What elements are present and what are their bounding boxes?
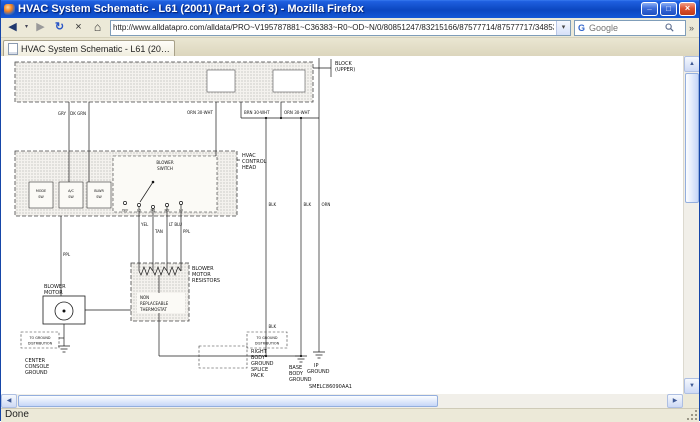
wire-label: LT BLU xyxy=(169,222,182,227)
reload-button[interactable]: ↻ xyxy=(50,19,69,36)
url-dropdown-button[interactable]: ▾ xyxy=(556,21,570,35)
junction-dots xyxy=(265,117,302,357)
label-thermostat-1: NON xyxy=(140,295,149,300)
window-controls: _ □ × xyxy=(641,2,696,16)
label-splice-pack-5: PACK xyxy=(251,373,265,379)
wire-label: GRY xyxy=(58,111,67,116)
scroll-down-button[interactable]: ▼ xyxy=(684,378,699,394)
status-bar: Done xyxy=(1,408,699,422)
head-box-label: BLWR xyxy=(94,189,104,193)
fuse-element-box xyxy=(207,70,235,92)
scroll-right-button[interactable]: ▶ xyxy=(667,394,683,408)
head-box-label: SW xyxy=(96,195,102,199)
label-resistors-3: RESISTORS xyxy=(192,278,220,284)
tab-hvac-schematic[interactable]: HVAC System Schematic - L61 (2001... xyxy=(3,40,175,56)
back-button[interactable]: ◀ xyxy=(3,19,22,36)
switch-pos-label: HI xyxy=(179,209,183,213)
firefox-icon xyxy=(4,4,15,15)
tab-bar: HVAC System Schematic - L61 (2001... xyxy=(1,38,699,56)
toolbar-overflow-button[interactable]: » xyxy=(686,23,697,33)
horizontal-scrollbar[interactable]: ◀ ▶ xyxy=(1,394,699,408)
stop-button[interactable]: × xyxy=(69,19,88,36)
label-center-ground-3: GROUND xyxy=(25,370,48,376)
wire-label: DK GRN xyxy=(70,111,86,116)
home-button[interactable]: ⌂ xyxy=(88,19,107,36)
page-favicon-icon xyxy=(8,43,18,55)
wire-label: YEL xyxy=(140,222,149,227)
tab-label: HVAC System Schematic - L61 (2001... xyxy=(21,44,170,54)
wire-label: ORN xyxy=(322,202,331,207)
browser-window: HVAC System Schematic - L61 (2001) (Part… xyxy=(0,0,700,421)
ground-symbol xyxy=(313,352,325,358)
resize-grip[interactable] xyxy=(686,409,698,421)
forward-button[interactable]: ▶ xyxy=(31,19,50,36)
schematic-doc-id: SMELC86090AA1 xyxy=(309,384,352,390)
close-button[interactable]: × xyxy=(679,2,696,16)
label-gnd-dist: DISTRIBUTION xyxy=(28,342,53,346)
label-gnd-dist: DISTRIBUTION xyxy=(255,342,280,346)
wire-label: PPL xyxy=(63,252,71,257)
ground-symbol xyxy=(58,346,70,352)
url-bar: ▾ xyxy=(110,20,571,36)
status-text: Done xyxy=(5,409,29,420)
label-fuse-block-2: (UPPER) xyxy=(335,67,355,73)
head-box-label: SW xyxy=(38,195,44,199)
horizontal-scroll-thumb[interactable] xyxy=(18,395,438,407)
label-blower-switch-2: SWITCH xyxy=(157,166,173,171)
scroll-left-button[interactable]: ◀ xyxy=(1,394,17,408)
minimize-button[interactable]: _ xyxy=(641,2,658,16)
search-engine-icon: G xyxy=(578,23,585,33)
label-thermostat-3: THERMOSTAT xyxy=(139,307,167,312)
label-base-ground-3: GROUND xyxy=(289,377,312,383)
window-title: HVAC System Schematic - L61 (2001) (Part… xyxy=(18,3,638,15)
back-history-dropdown-icon[interactable]: ▾ xyxy=(22,19,31,36)
label-blower-motor-2: MOTOR xyxy=(44,290,63,296)
switch-pos-label: M2 xyxy=(164,209,169,213)
wire-label: BRN 30-WHT xyxy=(244,110,270,115)
wire-label: BLK xyxy=(269,202,277,207)
title-bar: HVAC System Schematic - L61 (2001) (Part… xyxy=(1,0,699,18)
search-input[interactable] xyxy=(587,22,663,34)
scrollbar-corner xyxy=(683,394,699,408)
splice-pack-box xyxy=(199,346,247,368)
wire-label: ORN 30-WHT xyxy=(187,110,214,115)
label-gnd-dist: TO GROUND xyxy=(255,336,277,340)
vertical-scrollbar[interactable]: ▲ ▼ xyxy=(683,56,699,394)
wire-label: ORN 30-WHT xyxy=(284,110,311,115)
ground-distribution-left-box xyxy=(21,332,59,348)
wire-label: TAN xyxy=(154,229,163,234)
scroll-up-button[interactable]: ▲ xyxy=(684,56,699,72)
label-ip-ground-2: GROUND xyxy=(307,369,330,375)
head-box-label: SW xyxy=(68,195,74,199)
switch-pos-label: LO xyxy=(137,209,142,213)
label-thermostat-2: REPLACEABLE xyxy=(140,301,169,306)
search-box: G xyxy=(574,20,686,36)
head-box-label: A/C xyxy=(68,189,74,193)
maximize-button[interactable]: □ xyxy=(660,2,677,16)
vertical-scroll-thumb[interactable] xyxy=(685,73,699,203)
fuse-element-box xyxy=(273,70,305,92)
switch-pos-label: M1 xyxy=(150,209,155,213)
wire-label: BLK xyxy=(304,202,312,207)
label-hvac-head-3: HEAD xyxy=(242,165,256,171)
search-icon[interactable] xyxy=(665,23,674,32)
wire-label: BLK xyxy=(269,324,277,329)
ground-distribution-right-box xyxy=(247,332,287,348)
content-area: BLOCK (UPPER) GRY DK GRN ORN 30-WHT BRN … xyxy=(1,56,699,394)
label-blower-switch-1: BLOWER xyxy=(156,160,173,165)
schematic-canvas: BLOCK (UPPER) GRY DK GRN ORN 30-WHT BRN … xyxy=(1,56,683,394)
fuse-block-region xyxy=(15,62,313,102)
head-box-label: MODE xyxy=(36,189,46,193)
label-gnd-dist: TO GROUND xyxy=(28,336,50,340)
switch-pos-label: OFF xyxy=(122,209,129,213)
navigation-toolbar: ◀ ▾ ▶ ↻ × ⌂ ▾ G » xyxy=(1,18,699,38)
url-input[interactable] xyxy=(111,23,556,32)
wire-label: PPL xyxy=(183,229,191,234)
